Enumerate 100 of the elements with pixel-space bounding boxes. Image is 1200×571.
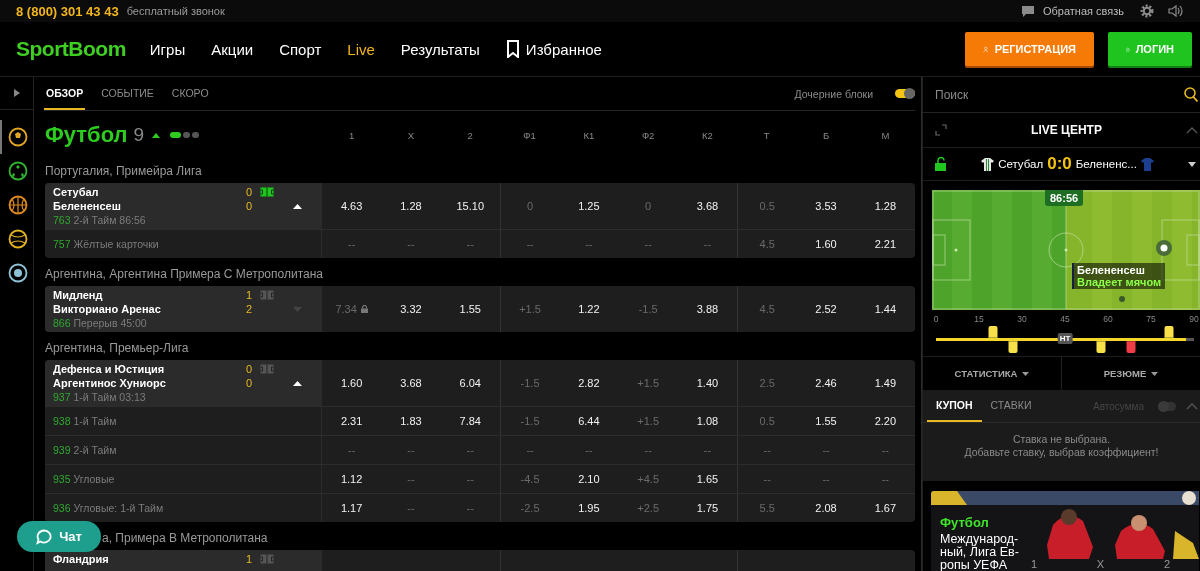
odds-value[interactable]: 15.10 bbox=[456, 200, 484, 212]
odds-value[interactable]: 1.55 bbox=[459, 303, 481, 315]
odds-value[interactable]: 3.53 bbox=[815, 200, 837, 212]
collapse-icon[interactable] bbox=[1186, 126, 1198, 134]
odds-value[interactable]: 2.10 bbox=[578, 473, 600, 485]
ball-icon[interactable] bbox=[7, 161, 28, 181]
unlock-icon[interactable] bbox=[935, 157, 947, 171]
odds-value[interactable]: 1.75 bbox=[696, 502, 719, 514]
team-name[interactable]: Дефенса и Юстиция bbox=[53, 363, 246, 375]
tab[interactable]: СТАВКИ bbox=[981, 390, 1041, 422]
market-name[interactable]: 935 Угловые bbox=[53, 473, 115, 485]
team-name[interactable]: Аргентинос Хуниорс bbox=[53, 377, 246, 389]
odds-value[interactable]: 1.60 bbox=[340, 377, 363, 389]
odds-value[interactable]: 1.12 bbox=[340, 473, 363, 485]
odds-value[interactable]: 2.21 bbox=[874, 238, 897, 250]
nav-link[interactable]: Акции bbox=[211, 40, 254, 58]
feedback-link[interactable]: Обратная связь bbox=[1042, 5, 1124, 17]
nav-link[interactable]: Результаты bbox=[400, 40, 480, 58]
nav-link[interactable]: Игры bbox=[149, 40, 186, 58]
team-name[interactable]: Белененсеш bbox=[53, 200, 246, 212]
basketball-icon[interactable] bbox=[7, 195, 28, 215]
promo-title[interactable]: Международ- ный, Лига Ев- ропы УЕФА bbox=[940, 533, 1019, 571]
bookmark-icon[interactable] bbox=[505, 40, 520, 58]
event-count: 9 bbox=[133, 124, 145, 146]
column-header: К2 bbox=[701, 129, 714, 141]
team-name[interactable]: Фландрия bbox=[53, 553, 246, 565]
odds-value[interactable]: 1.22 bbox=[578, 303, 600, 315]
odds-value[interactable]: 3.88 bbox=[696, 303, 719, 315]
team-name[interactable]: Мидленд bbox=[53, 289, 246, 301]
tab[interactable]: СКОРО bbox=[169, 77, 211, 110]
column-header: X bbox=[406, 129, 416, 141]
odds-value[interactable]: 2.20 bbox=[874, 415, 897, 427]
field-icon[interactable] bbox=[260, 187, 274, 197]
odds-value[interactable]: 1.28 bbox=[874, 200, 897, 212]
odds-value[interactable]: 2.08 bbox=[815, 502, 837, 514]
card-marker[interactable] bbox=[1096, 341, 1106, 353]
market-name[interactable]: 757 Жёлтые карточки bbox=[53, 238, 159, 250]
odds-value[interactable]: 1.55 bbox=[815, 415, 837, 427]
settings-icon[interactable] bbox=[1140, 4, 1154, 18]
card-marker[interactable] bbox=[988, 326, 998, 338]
field-icon[interactable] bbox=[260, 290, 274, 300]
card-marker[interactable] bbox=[1008, 341, 1018, 353]
minute-label: 75 bbox=[1146, 314, 1156, 324]
market-name[interactable]: 936 Угловые: 1-й Тайм bbox=[53, 502, 164, 514]
odds-value[interactable]: 1.40 bbox=[696, 377, 719, 389]
caret-icon[interactable] bbox=[292, 380, 302, 386]
odds-value[interactable]: 1.95 bbox=[578, 502, 600, 514]
toggle-switch[interactable] bbox=[895, 89, 915, 98]
card-marker[interactable] bbox=[1165, 326, 1174, 338]
odds-value[interactable]: 4.63 bbox=[340, 200, 363, 212]
odds-value[interactable]: 1.08 bbox=[696, 415, 719, 427]
odds-value[interactable]: 1.44 bbox=[874, 303, 897, 315]
search-field[interactable]: Поиск bbox=[935, 87, 1184, 102]
expand-icon[interactable] bbox=[13, 89, 20, 97]
odds-value[interactable]: 7.84 bbox=[459, 415, 481, 427]
logo[interactable]: SportBoom bbox=[16, 37, 126, 61]
odds-value[interactable]: 2.82 bbox=[578, 377, 600, 389]
field-icon[interactable] bbox=[260, 364, 274, 374]
odds-label: X bbox=[1096, 558, 1105, 570]
nav-link[interactable]: Спорт bbox=[279, 40, 322, 58]
odds-value[interactable]: 1.67 bbox=[874, 502, 897, 514]
odds-value[interactable]: 1.28 bbox=[400, 200, 422, 212]
odds-value[interactable]: 1.49 bbox=[874, 377, 897, 389]
odds-value[interactable]: 3.68 bbox=[400, 377, 422, 389]
nav-link[interactable]: Live bbox=[347, 40, 375, 58]
odds-value[interactable]: 1.25 bbox=[578, 200, 600, 212]
ball-icon[interactable] bbox=[7, 127, 28, 147]
tab[interactable]: СОБЫТИЕ bbox=[99, 77, 156, 110]
odds-value[interactable]: 3.32 bbox=[400, 303, 422, 315]
phone-number[interactable]: 8 (800) 301 43 43 bbox=[16, 3, 119, 19]
speaker-icon[interactable] bbox=[1168, 4, 1184, 18]
tennis-ball-icon[interactable] bbox=[7, 229, 28, 249]
team-name[interactable]: Сетубал bbox=[53, 186, 246, 198]
tab[interactable]: ОБЗОР bbox=[44, 77, 86, 110]
odds-value[interactable]: 2.52 bbox=[815, 303, 837, 315]
odds-value[interactable]: 2.31 bbox=[340, 415, 363, 427]
caret-icon[interactable] bbox=[152, 132, 161, 138]
market-name[interactable]: 938 1-й Тайм bbox=[53, 415, 117, 427]
odds-value[interactable]: 1.65 bbox=[696, 473, 719, 485]
dropdown-caret-icon[interactable] bbox=[1188, 161, 1196, 167]
nav-link[interactable]: Избранное bbox=[505, 40, 602, 58]
search-icon[interactable] bbox=[1184, 87, 1198, 102]
odds-value[interactable]: 2.46 bbox=[815, 377, 837, 389]
odds-value[interactable]: 6.44 bbox=[578, 415, 600, 427]
caret-icon[interactable] bbox=[292, 203, 302, 209]
odds-value[interactable]: 6.04 bbox=[459, 377, 481, 389]
chat-bubble-icon[interactable] bbox=[1020, 4, 1035, 18]
odds-value[interactable]: 3.68 bbox=[696, 200, 719, 212]
toggle-switch[interactable] bbox=[1158, 401, 1176, 411]
tab[interactable]: КУПОН bbox=[927, 390, 982, 422]
page-indicator[interactable] bbox=[170, 132, 182, 138]
team-name[interactable]: Викториано Аренас bbox=[53, 303, 246, 315]
card-marker[interactable] bbox=[1126, 341, 1136, 353]
field-icon[interactable] bbox=[260, 554, 274, 564]
odds-value[interactable]: 1.83 bbox=[400, 415, 422, 427]
odds-value[interactable]: 1.60 bbox=[815, 238, 837, 250]
dropdown-tab[interactable]: СТАТИСТИКА bbox=[923, 357, 1061, 390]
market-name[interactable]: 939 2-й Тайм bbox=[53, 444, 117, 456]
puck-icon[interactable] bbox=[7, 263, 28, 283]
odds-value[interactable]: 1.17 bbox=[340, 502, 363, 514]
